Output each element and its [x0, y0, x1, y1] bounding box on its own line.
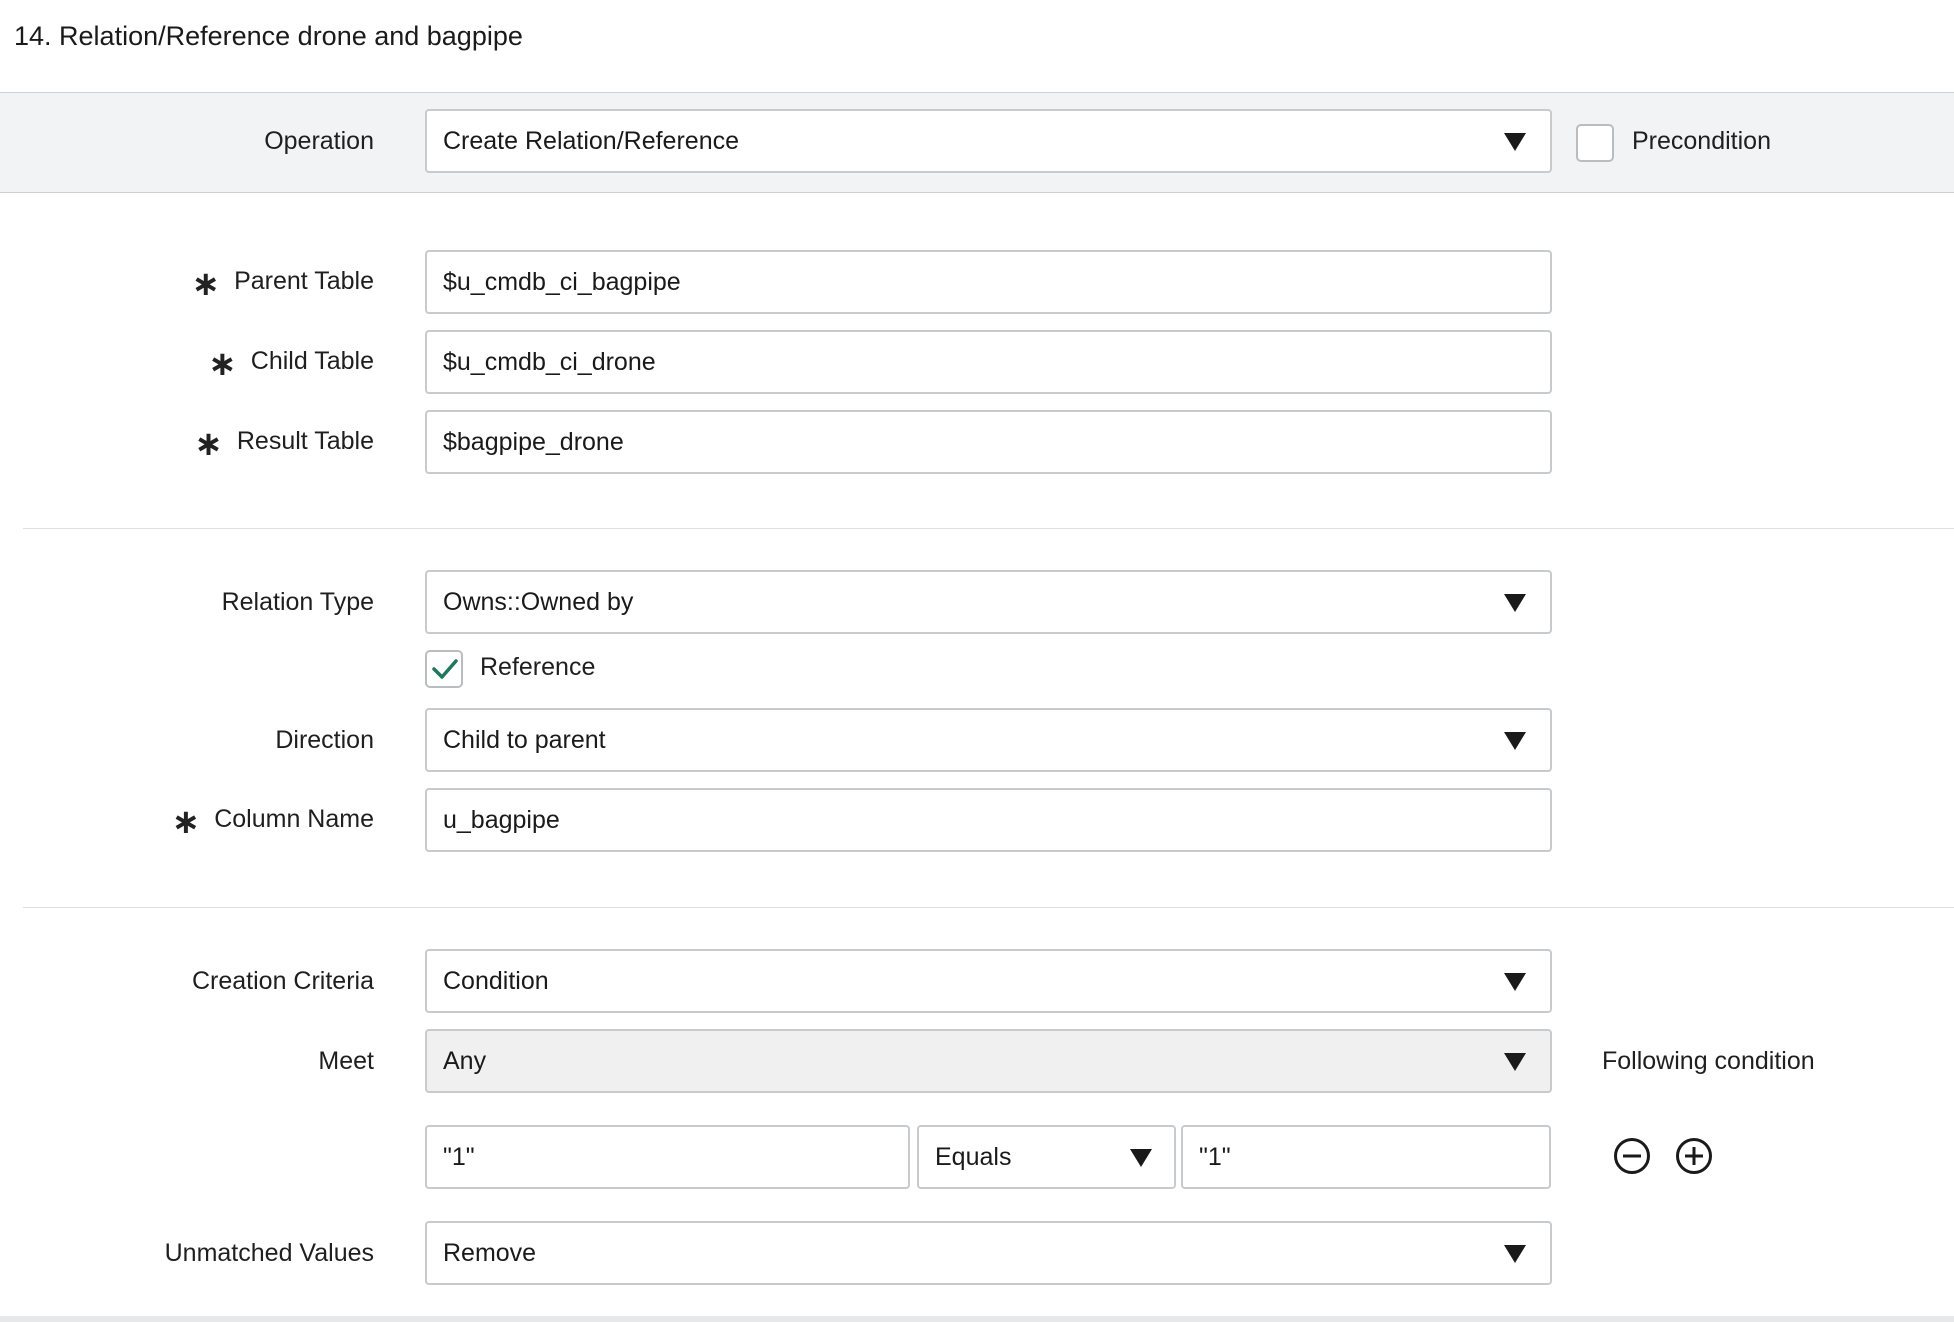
chevron-down-icon — [1504, 594, 1526, 612]
chevron-down-icon — [1130, 1149, 1152, 1167]
operation-value: Create Relation/Reference — [443, 127, 739, 155]
result-table-label-text: Result Table — [236, 427, 374, 455]
reference-checkbox[interactable] — [425, 650, 463, 688]
parent-table-label-text: Parent Table — [234, 267, 374, 295]
condition-right-value: "1" — [1199, 1143, 1231, 1171]
chevron-down-icon — [1504, 1245, 1526, 1263]
parent-table-value: $u_cmdb_ci_bagpipe — [443, 268, 681, 296]
operation-select[interactable]: Create Relation/Reference — [425, 109, 1552, 173]
bottom-border — [0, 1316, 1954, 1322]
condition-right-input[interactable]: "1" — [1181, 1125, 1551, 1189]
operation-label: Operation — [264, 109, 374, 173]
column-name-value: u_bagpipe — [443, 806, 560, 834]
direction-label: Direction — [275, 708, 374, 772]
step-title: 14. Relation/Reference drone and bagpipe — [14, 21, 523, 51]
meet-select[interactable]: Any — [425, 1029, 1552, 1093]
operation-label-text: Operation — [264, 127, 374, 155]
column-name-input[interactable]: u_bagpipe — [425, 788, 1552, 852]
condition-operator-value: Equals — [935, 1143, 1012, 1171]
column-name-label: ∗ Column Name — [172, 787, 374, 851]
creation-criteria-label-text: Creation Criteria — [191, 967, 374, 995]
required-icon: ∗ — [208, 345, 237, 383]
required-icon: ∗ — [191, 265, 221, 303]
section-divider — [23, 907, 1954, 908]
parent-table-input[interactable]: $u_cmdb_ci_bagpipe — [425, 250, 1552, 314]
condition-operator-select[interactable]: Equals — [917, 1125, 1176, 1189]
unmatched-values-value: Remove — [443, 1239, 537, 1267]
checkmark-icon — [432, 659, 458, 679]
chevron-down-icon — [1504, 1053, 1526, 1071]
chevron-down-icon — [1504, 973, 1526, 991]
unmatched-values-select[interactable]: Remove — [425, 1221, 1552, 1285]
relation-type-select[interactable]: Owns::Owned by — [425, 570, 1552, 634]
chevron-down-icon — [1504, 732, 1526, 750]
parent-table-label: ∗ Parent Table — [192, 249, 374, 313]
relation-type-label-text: Relation Type — [221, 588, 374, 616]
meet-label: Meet — [318, 1029, 374, 1093]
reference-label: Reference — [480, 653, 596, 681]
direction-value: Child to parent — [443, 726, 606, 754]
add-condition-button[interactable] — [1674, 1136, 1714, 1176]
child-table-label-text: Child Table — [250, 347, 374, 375]
direction-select[interactable]: Child to parent — [425, 708, 1552, 772]
unmatched-values-label-text: Unmatched Values — [164, 1239, 374, 1267]
condition-left-input[interactable]: "1" — [425, 1125, 910, 1189]
child-table-label: ∗ Child Table — [208, 329, 374, 393]
required-icon: ∗ — [194, 425, 223, 463]
direction-label-text: Direction — [275, 726, 374, 754]
precondition-checkbox[interactable] — [1576, 124, 1614, 162]
unmatched-values-label: Unmatched Values — [165, 1221, 374, 1285]
minus-circle-icon — [1614, 1138, 1650, 1174]
meet-value: Any — [443, 1047, 487, 1075]
child-table-input[interactable]: $u_cmdb_ci_drone — [425, 330, 1552, 394]
child-table-value: $u_cmdb_ci_drone — [443, 348, 656, 376]
relation-type-value: Owns::Owned by — [443, 588, 634, 616]
following-condition-label: Following condition — [1602, 1047, 1815, 1075]
creation-criteria-label: Creation Criteria — [192, 949, 374, 1013]
condition-left-value: "1" — [443, 1143, 475, 1171]
chevron-down-icon — [1504, 133, 1526, 151]
precondition-label: Precondition — [1632, 127, 1771, 155]
creation-criteria-select[interactable]: Condition — [425, 949, 1552, 1013]
meet-label-text: Meet — [318, 1047, 374, 1075]
required-icon: ∗ — [171, 803, 201, 841]
remove-condition-button[interactable] — [1612, 1136, 1652, 1176]
form-page: 14. Relation/Reference drone and bagpipe… — [0, 0, 1954, 1322]
result-table-input[interactable]: $bagpipe_drone — [425, 410, 1552, 474]
creation-criteria-value: Condition — [443, 967, 549, 995]
column-name-label-text: Column Name — [214, 805, 374, 833]
relation-type-label: Relation Type — [222, 570, 374, 634]
result-table-label: ∗ Result Table — [194, 409, 374, 473]
plus-circle-icon — [1676, 1138, 1712, 1174]
section-divider — [23, 528, 1954, 529]
result-table-value: $bagpipe_drone — [443, 428, 624, 456]
